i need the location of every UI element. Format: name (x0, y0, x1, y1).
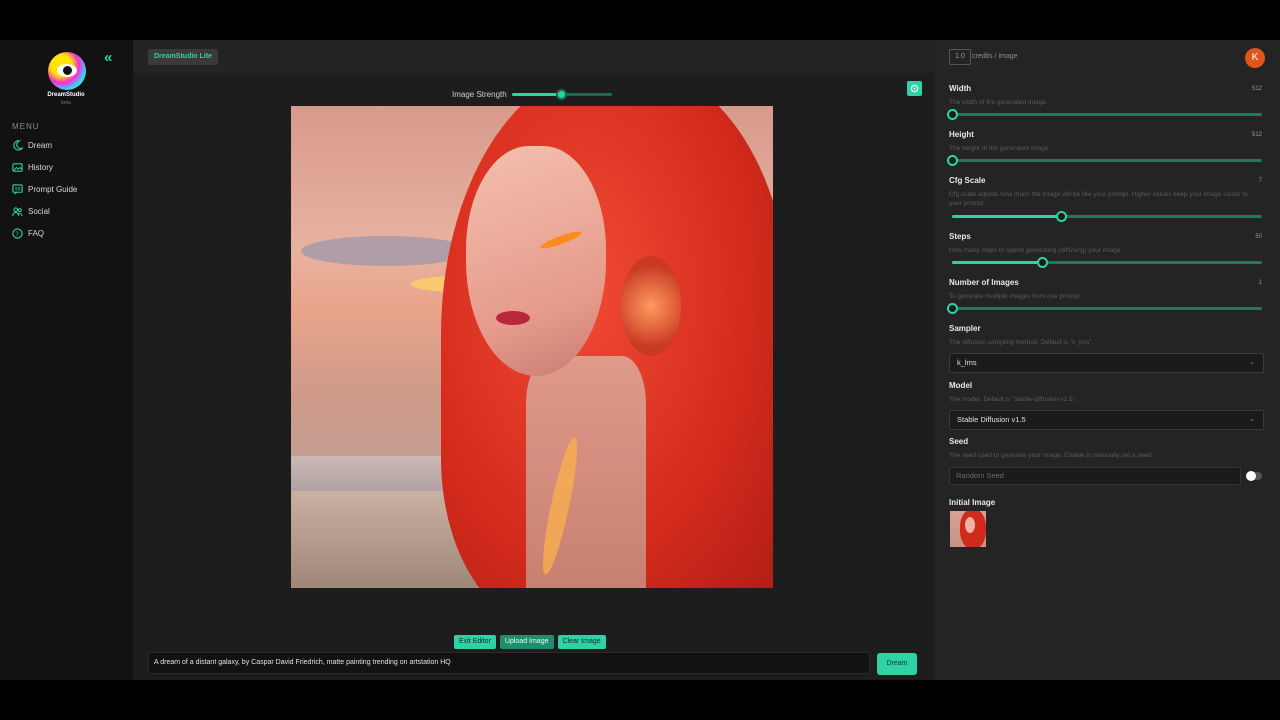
sidebar-item-faq[interactable]: ? FAQ (12, 225, 44, 241)
width-value: 512 (1251, 86, 1262, 92)
steps-value: 50 (1255, 234, 1262, 240)
cfg-scale-slider[interactable] (952, 211, 1262, 222)
settings-panel: 1.0 credits / image K Width 512 The widt… (935, 40, 1280, 680)
width-description: The width of the generated image. (949, 99, 1048, 106)
height-description: The height of the generated image. (949, 145, 1051, 152)
logo-pupil (63, 66, 72, 75)
cfg-scale-title: Cfg Scale (949, 176, 986, 185)
sampler-title: Sampler (949, 324, 981, 333)
sidebar-item-label: Dream (28, 140, 53, 150)
image-strength-slider[interactable] (512, 89, 612, 100)
social-icon (12, 206, 23, 217)
canvas-area: Image Strength Exit Editor Upload Image … (133, 73, 935, 680)
cfg-scale-slider-handle[interactable] (1055, 211, 1067, 222)
chevron-down-icon: ⌄ (1249, 359, 1255, 366)
cfg-scale-value: 7 (1258, 178, 1262, 184)
cfg-scale-slider-fill (952, 215, 1061, 218)
credits-value: 1.0 (949, 49, 971, 65)
chevron-down-icon: ⌄ (1249, 416, 1255, 423)
initial-image-title: Initial Image (949, 498, 996, 507)
sidebar-item-label: Social (28, 206, 50, 216)
brand-name: DreamStudio (47, 92, 85, 98)
app-window: DreamStudio beta « MENU Dream History 99… (0, 40, 1280, 680)
number-of-images-title: Number of Images (949, 278, 1019, 287)
sidebar-item-dream[interactable]: Dream (12, 137, 52, 153)
model-description: The model. Default is "stable-diffusion-… (949, 396, 1077, 403)
number-of-images-description: To generate multiple images from one pro… (949, 293, 1082, 300)
generated-image[interactable] (291, 106, 773, 588)
steps-title: Steps (949, 232, 971, 241)
seed-toggle[interactable] (1246, 471, 1262, 481)
sidebar-item-prompt-guide[interactable]: 99 Prompt Guide (12, 181, 77, 197)
beta-label: beta (61, 100, 71, 106)
sidebar-item-label: History (28, 162, 53, 172)
seed-title: Seed (949, 437, 969, 446)
sidebar: DreamStudio beta « MENU Dream History 99… (0, 40, 133, 680)
history-icon (12, 162, 23, 173)
initial-image-thumbnail[interactable] (950, 511, 986, 547)
height-value: 512 (1251, 132, 1262, 138)
image-actions: Exit Editor Upload Image Clear Image (454, 635, 606, 649)
width-slider[interactable] (947, 109, 1262, 120)
image-feather-ornament (621, 256, 681, 356)
number-of-images-slider-handle[interactable] (947, 303, 958, 314)
steps-slider[interactable] (952, 257, 1262, 268)
steps-slider-fill (952, 261, 1042, 264)
image-lips (496, 311, 530, 325)
height-slider[interactable] (947, 155, 1262, 166)
sampler-select[interactable]: k_lms ⌄ (949, 353, 1264, 373)
number-of-images-value: 1 (1258, 280, 1262, 286)
canvas-settings-button[interactable] (907, 81, 922, 96)
user-avatar[interactable]: K (1245, 48, 1265, 68)
width-slider-handle[interactable] (947, 109, 958, 120)
collapse-sidebar-icon[interactable]: « (104, 50, 120, 65)
dreamstudio-logo[interactable] (48, 52, 86, 90)
height-title: Height (949, 130, 974, 139)
image-strength-label: Image Strength (452, 90, 507, 99)
upload-image-button[interactable]: Upload Image (499, 635, 554, 649)
logo-area: DreamStudio beta « (0, 40, 133, 110)
height-slider-handle[interactable] (947, 155, 958, 166)
settings-icon (910, 84, 919, 93)
prompt-input[interactable]: A dream of a distant galaxy, by Caspar D… (148, 652, 870, 674)
image-face (466, 146, 606, 376)
model-selected-value: Stable Diffusion v1.5 (957, 415, 1026, 424)
sidebar-item-label: FAQ (28, 228, 45, 238)
dream-icon (12, 139, 23, 151)
dreamstudio-lite-badge[interactable]: DreamStudio Lite (148, 49, 218, 65)
seed-toggle-knob (1246, 471, 1256, 481)
model-title: Model (949, 381, 973, 390)
credits-label: credits / image (972, 53, 1018, 60)
sampler-selected-value: k_lms (957, 358, 977, 367)
image-strength-fill (512, 93, 562, 96)
clear-image-button[interactable]: Clear Image (557, 635, 606, 649)
top-bar: DreamStudio Lite (133, 40, 935, 73)
image-strength-handle[interactable] (556, 89, 567, 100)
svg-text:?: ? (16, 230, 19, 237)
dream-button[interactable]: Dream (877, 653, 917, 675)
prompt-guide-icon: 99 (12, 183, 23, 195)
sampler-description: The diffusion sampling method. Default i… (949, 339, 1094, 346)
cfg-scale-description: Cfg scale adjusts how much the image wil… (949, 191, 1248, 207)
sidebar-item-history[interactable]: History (12, 159, 53, 175)
faq-icon: ? (12, 227, 23, 239)
width-title: Width (949, 84, 972, 93)
thumbnail-face (965, 517, 975, 533)
model-select[interactable]: Stable Diffusion v1.5 ⌄ (949, 410, 1264, 430)
steps-slider-handle[interactable] (1036, 257, 1048, 268)
seed-description: The seed used to generate your image. En… (949, 452, 1154, 459)
sidebar-item-label: Prompt Guide (28, 184, 78, 194)
seed-input[interactable]: Random Seed (949, 467, 1241, 485)
image-cloud (301, 236, 471, 266)
steps-description: How many steps to spend generating (diff… (949, 247, 1123, 254)
exit-editor-button[interactable]: Exit Editor (454, 635, 496, 649)
sidebar-item-social[interactable]: Social (12, 203, 50, 219)
menu-label: MENU (12, 122, 40, 131)
svg-text:99: 99 (15, 186, 21, 192)
number-of-images-slider[interactable] (947, 303, 1262, 314)
